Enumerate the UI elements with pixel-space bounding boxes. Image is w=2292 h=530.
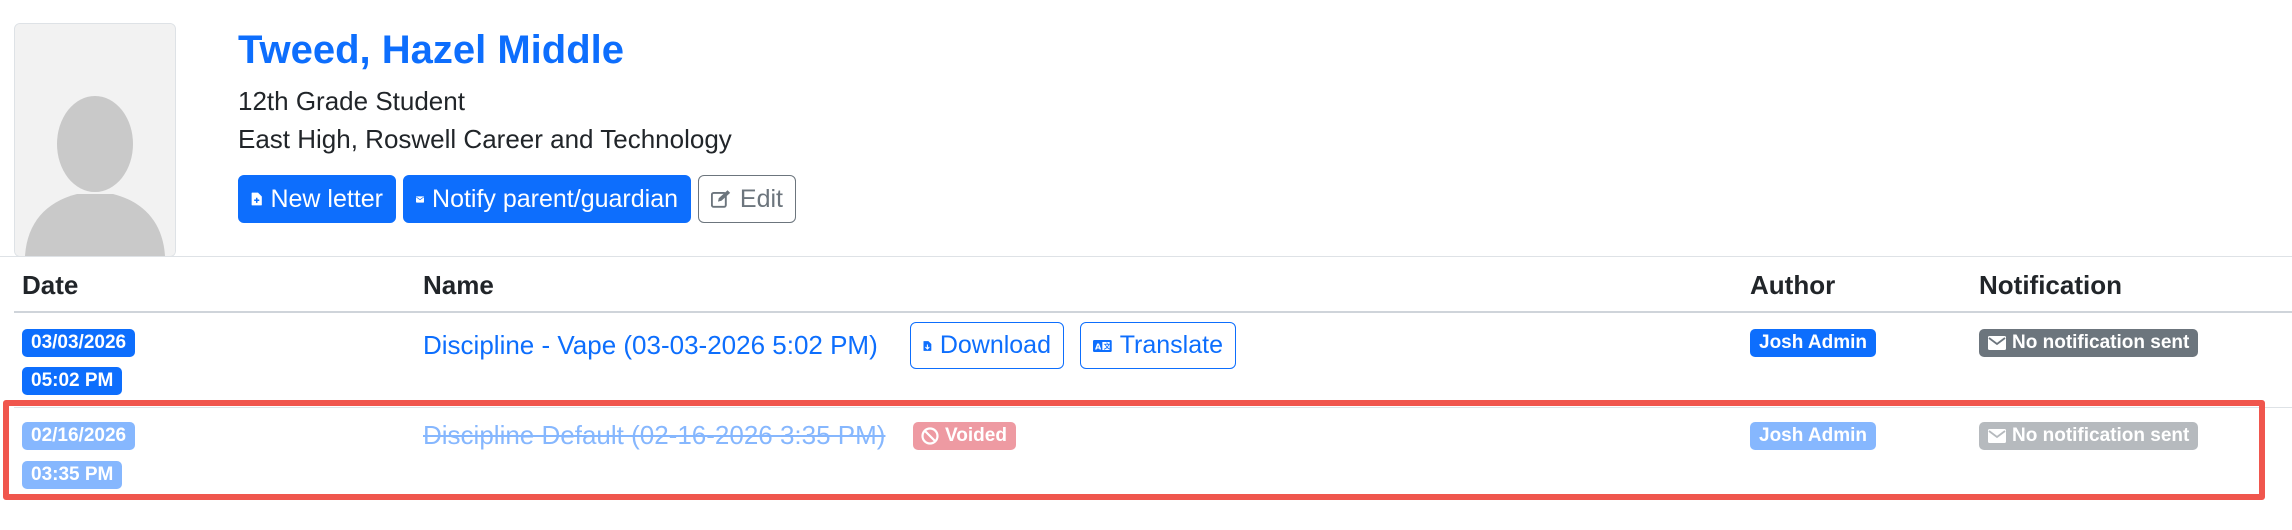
svg-text:A: A xyxy=(1095,342,1102,351)
svg-text:文: 文 xyxy=(1104,341,1111,350)
download-button[interactable]: Download xyxy=(910,322,1064,369)
file-download-icon xyxy=(923,340,932,351)
time-badge: 05:02 PM xyxy=(22,367,123,395)
edit-icon xyxy=(711,190,731,208)
translate-icon: A 文 xyxy=(1093,339,1112,352)
notify-parent-label: Notify parent/guardian xyxy=(432,184,678,213)
student-avatar xyxy=(14,23,176,257)
envelope-icon xyxy=(416,195,425,203)
student-schools: East High, Roswell Career and Technology xyxy=(238,124,732,154)
file-plus-icon xyxy=(251,192,262,206)
new-letter-button[interactable]: New letter xyxy=(238,175,396,223)
edit-button[interactable]: Edit xyxy=(698,175,796,223)
notification-badge: No notification sent xyxy=(1979,329,2199,357)
notify-parent-button[interactable]: Notify parent/guardian xyxy=(403,175,691,223)
notification-text: No notification sent xyxy=(2012,332,2190,353)
person-silhouette-icon xyxy=(15,24,175,256)
new-letter-label: New letter xyxy=(270,184,383,213)
letter-link[interactable]: Discipline - Vape (03-03-2026 5:02 PM) xyxy=(423,330,878,361)
envelope-icon xyxy=(1988,336,2006,350)
edit-label: Edit xyxy=(739,184,783,213)
author-badge: Josh Admin xyxy=(1750,329,1877,357)
date-badge: 03/03/2026 xyxy=(22,329,136,357)
student-grade: 12th Grade Student xyxy=(238,86,465,116)
header-divider xyxy=(0,256,2292,257)
table-header-divider xyxy=(14,311,2292,313)
translate-label: Translate xyxy=(1119,331,1223,359)
highlight-box xyxy=(3,400,2265,500)
column-header-name: Name xyxy=(423,270,494,300)
column-header-author: Author xyxy=(1750,270,1836,300)
column-header-notification: Notification xyxy=(1979,270,2122,300)
student-name[interactable]: Tweed, Hazel Middle xyxy=(238,28,624,73)
column-header-date: Date xyxy=(22,270,79,300)
download-label: Download xyxy=(939,331,1051,359)
translate-button[interactable]: A 文 Translate xyxy=(1080,322,1236,369)
